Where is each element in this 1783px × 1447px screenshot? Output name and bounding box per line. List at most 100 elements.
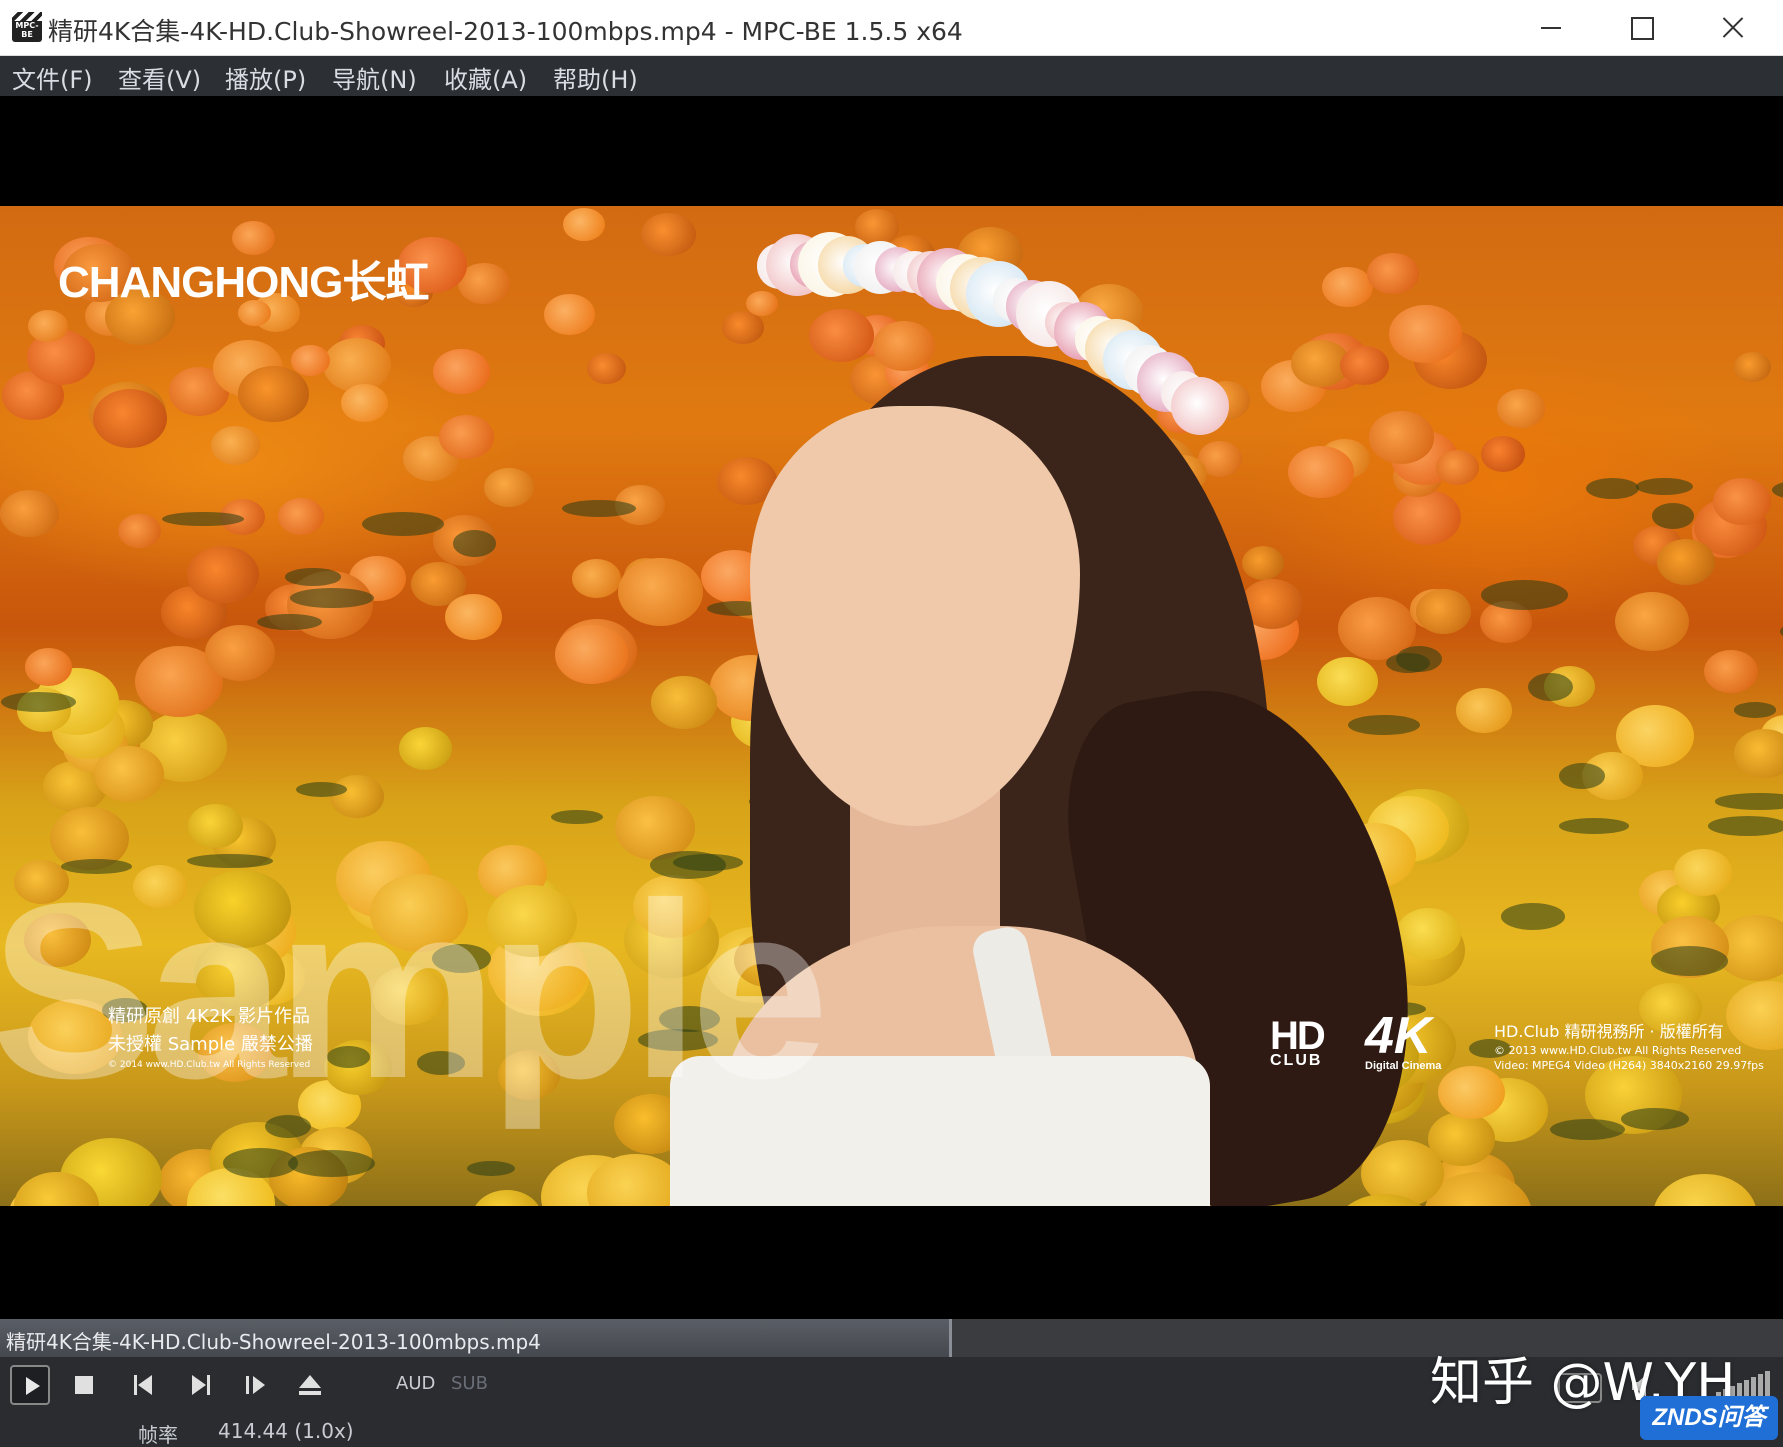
marigold: [554, 625, 629, 685]
leaf-patch: [1652, 503, 1694, 529]
marigold: [1733, 729, 1783, 779]
next-button[interactable]: [180, 1365, 220, 1405]
marigold: [238, 366, 309, 423]
marigold: [204, 625, 276, 682]
marigold: [471, 1189, 542, 1206]
leaf-patch: [222, 1147, 299, 1178]
copyright-line-1: HD.Club 精研視務所 · 版權所有: [1494, 1022, 1724, 1041]
marigold: [618, 557, 704, 626]
marigold: [1480, 435, 1526, 472]
changhong-logo: CHANGHONG长虹: [58, 258, 429, 307]
frame-step-icon: [246, 1376, 265, 1394]
video-frame: CHANGHONG长虹 Sample 精研原創 4K2K 影片作品 未授權 Sa…: [0, 206, 1783, 1206]
leaf-patch: [1558, 763, 1605, 789]
leaf-patch: [1481, 580, 1568, 610]
marigold: [1497, 389, 1546, 428]
menu-favorites[interactable]: 收藏(A): [444, 60, 527, 95]
previous-button[interactable]: [124, 1365, 164, 1405]
marigold: [1392, 490, 1462, 546]
marigold: [1652, 1174, 1758, 1206]
leaf-patch: [1559, 818, 1629, 834]
marigold: [1288, 446, 1354, 499]
marigold: [1438, 1065, 1505, 1119]
marigold: [1657, 538, 1716, 586]
marigold: [1455, 687, 1512, 733]
eject-button[interactable]: [290, 1365, 330, 1405]
leaf-patch: [1549, 1118, 1626, 1141]
marigold: [483, 467, 534, 508]
app-icon-label: MPC-BE: [15, 21, 39, 39]
copyright-line-2: © 2013 www.HD.Club.tw All Rights Reserve…: [1494, 1044, 1742, 1057]
close-icon[interactable]: [1688, 0, 1778, 56]
marigold: [586, 353, 626, 385]
znds-badge: ZNDS问答: [1640, 1396, 1778, 1440]
leaf-patch: [1772, 478, 1783, 502]
marigold: [24, 648, 72, 686]
leaf-patch: [1708, 816, 1783, 836]
leaf-patch: [561, 499, 637, 517]
hd-logo-bottom: CLUB: [1270, 1052, 1323, 1069]
audio-track-button[interactable]: AUD: [396, 1373, 435, 1394]
leaf-patch: [362, 512, 444, 537]
menu-play[interactable]: 播放(P): [225, 60, 306, 95]
marigold: [1389, 305, 1462, 364]
marigold: [1712, 477, 1772, 525]
window-title: 精研4K合集-4K-HD.Club-Showreel-2013-100mbps.…: [48, 17, 963, 46]
title-bar: MPC-BE 精研4K合集-4K-HD.Club-Showreel-2013-1…: [0, 0, 1783, 56]
leaf-patch: [1621, 1108, 1689, 1131]
leaf-patch: [1714, 793, 1783, 810]
marigold: [433, 349, 490, 395]
marigold: [92, 388, 167, 448]
marigold: [1615, 592, 1690, 652]
marigold: [873, 321, 935, 371]
marigold: [278, 497, 324, 535]
leaf-patch: [1650, 946, 1729, 976]
leaf-patch: [551, 810, 603, 825]
marigold: [1317, 657, 1379, 707]
marigold: [651, 676, 717, 729]
marigold: [563, 207, 605, 242]
marigold: [1674, 849, 1733, 896]
subtitle-track-button[interactable]: SUB: [451, 1373, 488, 1394]
marigold: [117, 514, 161, 549]
marigold: [544, 294, 595, 335]
menu-file[interactable]: 文件(F): [12, 60, 93, 95]
maximize-icon[interactable]: [1595, 0, 1685, 56]
video-area[interactable]: CHANGHONG长虹 Sample 精研原創 4K2K 影片作品 未授權 Sa…: [0, 96, 1783, 1319]
menu-navigate[interactable]: 导航(N): [332, 60, 417, 95]
marigold: [438, 415, 494, 460]
marigold: [211, 426, 261, 466]
notice-line-3: © 2014 www.HD.Club.tw All Rights Reserve…: [108, 1060, 311, 1070]
marigold: [398, 727, 452, 771]
frame-step-button[interactable]: [236, 1365, 276, 1405]
menu-bar: 文件(F) 查看(V) 播放(P) 导航(N) 收藏(A) 帮助(H): [0, 56, 1783, 96]
seek-filename: 精研4K合集-4K-HD.Club-Showreel-2013-100mbps.…: [6, 1330, 541, 1354]
minimize-icon[interactable]: [1505, 0, 1595, 56]
stop-button[interactable]: [65, 1365, 105, 1405]
mpc-be-app-icon[interactable]: MPC-BE: [12, 12, 42, 42]
copyright-line-3: Video: MPEG4 Video (H264) 3840x2160 29.9…: [1494, 1059, 1764, 1072]
leaf-patch: [1385, 652, 1431, 674]
marigold: [445, 594, 503, 640]
eject-icon: [299, 1375, 321, 1395]
leaf-patch: [290, 587, 374, 608]
marigold: [1396, 907, 1462, 960]
frame-rate-value: 414.44 (1.0x): [218, 1419, 354, 1443]
marigold: [808, 309, 874, 362]
leaf-patch: [467, 1160, 516, 1177]
menu-help[interactable]: 帮助(H): [553, 60, 638, 95]
marigold: [721, 310, 764, 345]
marigold: [1415, 589, 1472, 634]
previous-icon: [134, 1375, 152, 1395]
marigold: [746, 290, 779, 317]
leaf-patch: [0, 692, 77, 713]
play-button[interactable]: [10, 1365, 50, 1405]
marigold: [1733, 351, 1772, 382]
marigold: [186, 545, 259, 604]
leaf-patch: [1733, 702, 1776, 718]
leaf-patch: [1585, 478, 1640, 500]
leaf-patch: [1635, 477, 1693, 495]
leaf-patch: [296, 781, 348, 797]
marigold: [1369, 411, 1435, 464]
menu-view[interactable]: 查看(V): [118, 60, 201, 95]
